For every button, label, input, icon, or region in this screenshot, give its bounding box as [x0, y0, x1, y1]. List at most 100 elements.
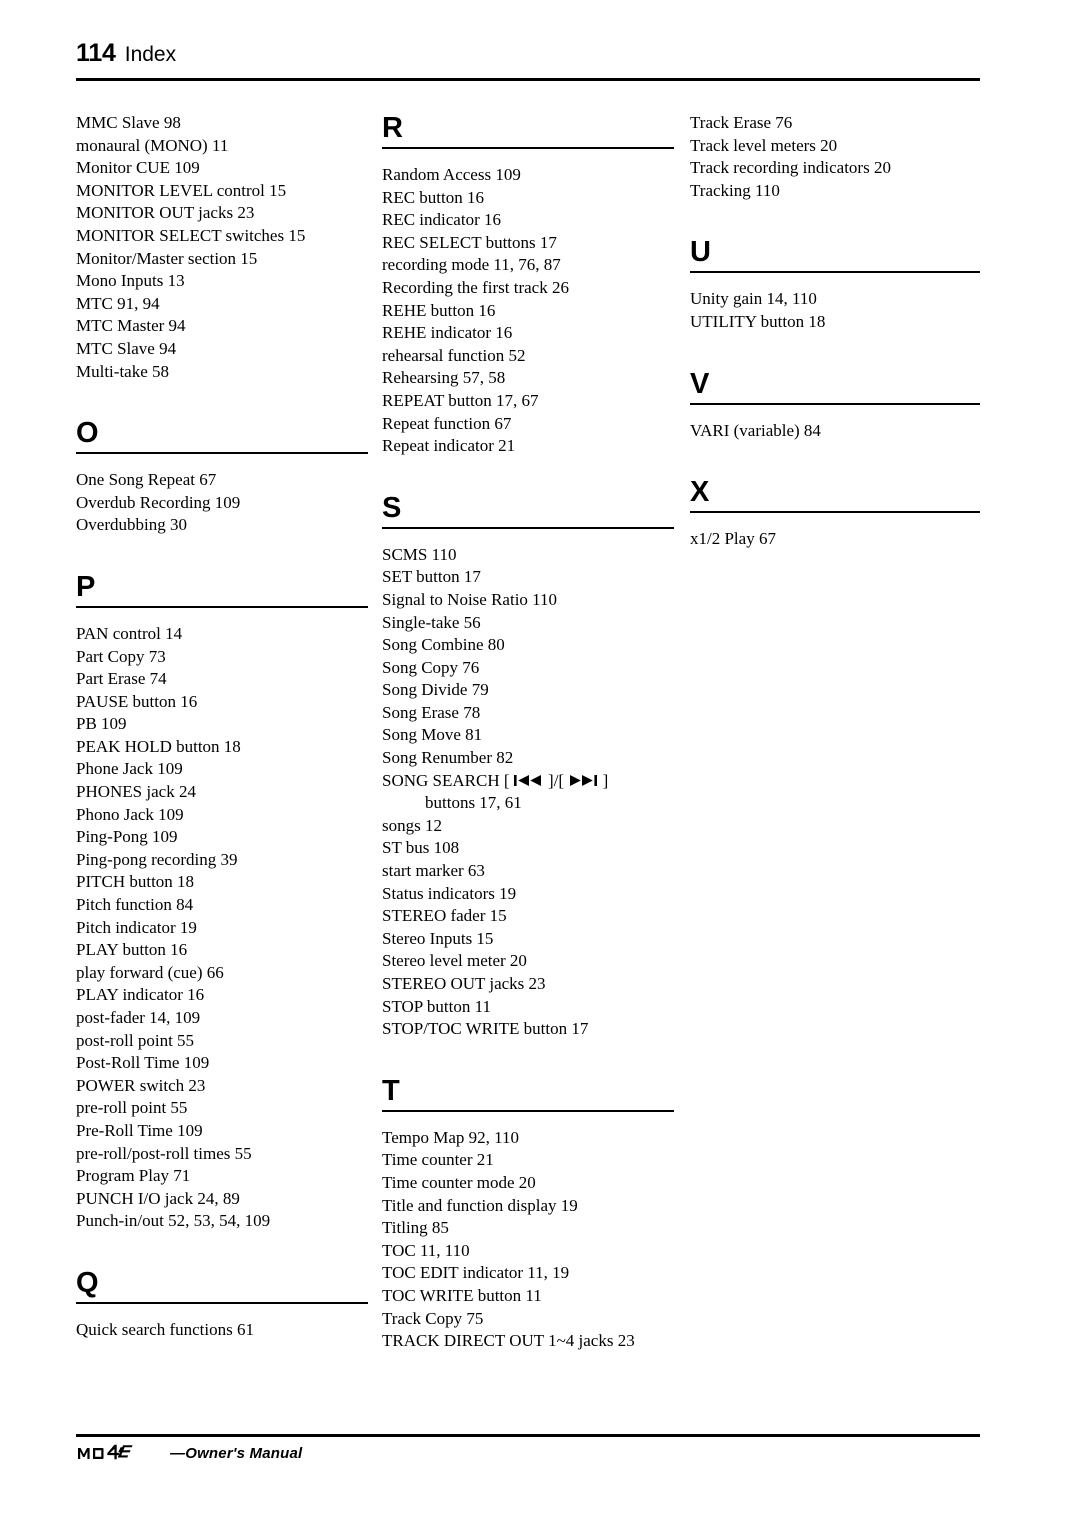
index-entry: post-roll point 55	[76, 1030, 195, 1050]
section-letter: O	[76, 417, 99, 450]
index-entry: play forward (cue) 66	[76, 962, 224, 982]
index-entry: Part Copy 73	[76, 646, 166, 666]
index-entry: Song Erase 78	[382, 702, 481, 722]
index-entry: Phone Jack 109	[76, 759, 183, 779]
index-entry: rehearsal function 52	[382, 345, 526, 365]
index-column-1: MMC Slave 98 monaural (MONO) 11 Monitor CU…	[76, 112, 368, 1342]
index-entry: TOC 11, 110	[382, 1240, 470, 1260]
index-entry: REHE button 16	[382, 300, 496, 320]
index-entry: songs 12	[382, 815, 442, 835]
index-entry: Track Copy 75	[382, 1308, 484, 1328]
index-entry-song-search: SONG SEARCH [ ]/[ ]	[382, 770, 674, 793]
index-entry: STOP/TOC WRITE button 17	[382, 1019, 589, 1039]
index-entry: MONITOR SELECT switches 15	[76, 225, 306, 245]
index-entry: STEREO OUT jacks 23	[382, 974, 546, 993]
index-entry: Post-Roll Time 109	[76, 1053, 210, 1073]
index-entry: Tempo Map 92, 110	[382, 1127, 519, 1147]
index-entry: SCMS 110	[382, 544, 457, 564]
index-entry: Tracking 110	[690, 180, 780, 200]
index-section-u: U Unity gain 14, 110 UTILITY button 18	[690, 236, 980, 333]
index-column-2: R Random Access 109 REC button 16 REC indic…	[382, 112, 674, 1353]
index-entry: Pitch indicator 19	[76, 917, 197, 937]
index-entry: One Song Repeat 67	[76, 470, 217, 490]
index-entry: Stereo Inputs 15	[382, 928, 494, 948]
index-entry: pre-roll/post-roll times 55	[76, 1143, 252, 1163]
index-entry: Song Renumber 82	[382, 748, 514, 768]
index-entry: Overdub Recording 109	[76, 492, 241, 512]
section-divider	[690, 511, 980, 514]
index-entry: PAN control 14	[76, 623, 183, 643]
index-entry: Song Copy 76	[382, 657, 480, 677]
index-entry: STOP button 11	[382, 996, 491, 1016]
header-divider	[76, 78, 980, 81]
section-letter: U	[690, 236, 711, 269]
index-entry: REC button 16	[382, 187, 485, 207]
section-letter: R	[382, 112, 403, 144]
section-letter: S	[382, 491, 402, 524]
index-entry: Title and function display 19	[382, 1195, 578, 1215]
index-entry-list: VARI (variable) 84	[690, 420, 980, 443]
index-entry: MTC Slave 94	[76, 338, 177, 358]
section-divider	[690, 402, 980, 405]
index-entry: TOC WRITE button 11	[382, 1285, 542, 1305]
index-entry: REC SELECT buttons 17	[382, 232, 557, 252]
index-entry: Time counter 21	[382, 1150, 494, 1170]
index-entry: PB 109	[76, 714, 127, 734]
index-entry: PAUSE button 16	[76, 691, 198, 711]
index-entry-list: One Song Repeat 67 Overdub Recording 109 O…	[76, 469, 368, 537]
footer-divider	[76, 1434, 980, 1437]
index-entry-continuation: buttons 17, 61	[425, 793, 522, 813]
index-section-q: Q Quick search functions 61	[76, 1267, 368, 1342]
index-entry: PEAK HOLD button 18	[76, 736, 241, 756]
index-entry: Recording the first track 26	[382, 277, 569, 297]
section-letter: X	[690, 476, 710, 509]
index-entry: Part Erase 74	[76, 669, 167, 689]
index-entry: Status indicators 19	[382, 883, 517, 903]
section-letter: P	[76, 570, 96, 603]
index-entry: Track level meters 20	[690, 135, 838, 155]
index-entry: Repeat indicator 21	[382, 436, 516, 456]
index-entry-list: SCMS 110 SET button 17 Signal to Noise Rat…	[382, 544, 674, 1041]
index-entry: ST bus 108	[382, 838, 460, 858]
index-entry: Single-take 56	[382, 612, 481, 632]
index-entry: x1/2 Play 67	[690, 529, 776, 549]
section-letter: Q	[76, 1266, 99, 1299]
index-entry: Pitch function 84	[76, 895, 194, 915]
index-entry: TRACK DIRECT OUT 1~4 jacks 23	[382, 1331, 635, 1351]
index-entry: Phono Jack 109	[76, 804, 184, 824]
section-divider	[76, 1301, 368, 1304]
index-entry: PITCH button 18	[76, 872, 195, 892]
index-entry: Random Access 109	[382, 165, 521, 184]
index-entry: Track Erase 76	[690, 113, 793, 132]
index-entry: Mono Inputs 13	[76, 271, 185, 291]
index-entry: Ping-Pong 109	[76, 827, 178, 847]
index-entry-list: Random Access 109 REC button 16 REC indica…	[382, 164, 674, 458]
index-entry: Monitor/Master section 15	[76, 248, 258, 268]
index-entry: Signal to Noise Ratio 110	[382, 589, 558, 609]
index-entry: Quick search functions 61	[76, 1319, 254, 1339]
index-entry: SET button 17	[382, 567, 481, 587]
index-entry: recording mode 11, 76, 87	[382, 255, 561, 275]
index-entry: REHE indicator 16	[382, 323, 513, 343]
index-entry: TOC EDIT indicator 11, 19	[382, 1263, 570, 1283]
index-entry: pre-roll point 55	[76, 1098, 188, 1118]
index-entry-list: Quick search functions 61	[76, 1319, 368, 1342]
index-entry: Monitor CUE 109	[76, 158, 200, 178]
index-entry: UTILITY button 18	[690, 311, 826, 331]
index-entry: Time counter mode 20	[382, 1172, 536, 1192]
index-page: 114 Index MMC Slave 98 monaural (MONO) 11 M…	[0, 0, 1080, 1528]
index-entry: Track recording indicators 20	[690, 158, 891, 178]
index-entry: MONITOR LEVEL control 15	[76, 180, 287, 200]
index-entry: Unity gain 14, 110	[690, 289, 817, 309]
index-entry: post-fader 14, 109	[76, 1008, 201, 1027]
index-entry: POWER switch 23	[76, 1075, 206, 1095]
index-entry-list: x1/2 Play 67	[690, 528, 980, 551]
index-entry: PUNCH I/O jack 24, 89	[76, 1188, 240, 1208]
index-section-o: O One Song Repeat 67 Overdub Recording 109…	[76, 417, 368, 537]
index-section-s: S SCMS 110 SET button 17 Signal to Noise Ra…	[382, 492, 674, 1041]
